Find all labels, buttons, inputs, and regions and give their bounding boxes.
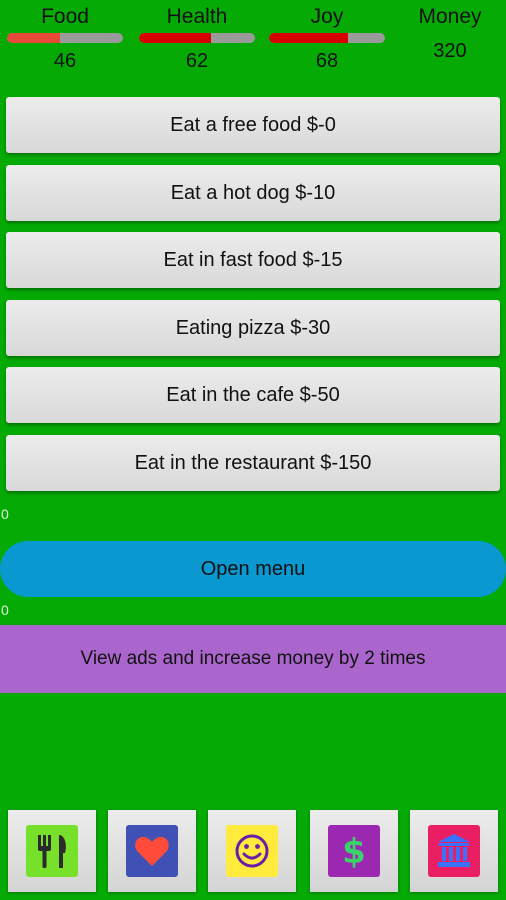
heart-icon: [126, 825, 178, 877]
eat-restaurant-button[interactable]: Eat in the restaurant $-150: [6, 435, 500, 491]
eat-fast-food-button[interactable]: Eat in fast food $-15: [6, 232, 500, 288]
dollar-icon: $: [328, 825, 380, 877]
stat-label: Joy: [310, 5, 344, 28]
stat-label: Food: [41, 5, 89, 28]
stat-value: 46: [53, 50, 77, 72]
stat-money: Money 320: [392, 4, 506, 64]
open-menu-button[interactable]: Open menu: [0, 541, 506, 597]
tab-health[interactable]: [108, 810, 196, 892]
tab-joy[interactable]: [208, 810, 296, 892]
stat-label: Health: [166, 5, 228, 28]
eat-pizza-button[interactable]: Eating pizza $-30: [6, 300, 500, 356]
tab-money[interactable]: $: [310, 810, 398, 892]
eat-free-food-button[interactable]: Eat a free food $-0: [6, 97, 500, 153]
counter-bottom: 0: [1, 602, 9, 618]
stat-health: Health 62: [138, 4, 256, 74]
food-bar-fill: [7, 33, 61, 43]
fork-knife-icon: [26, 825, 78, 877]
tab-bank[interactable]: [410, 810, 498, 892]
health-bar: [139, 33, 255, 43]
view-ads-button[interactable]: View ads and increase money by 2 times: [0, 625, 506, 693]
joy-bar: [269, 33, 385, 43]
bank-icon: [428, 825, 480, 877]
money-value: 320: [433, 40, 467, 62]
money-label: Money: [418, 5, 482, 28]
stat-food: Food 46: [6, 4, 124, 74]
stat-joy: Joy 68: [268, 4, 386, 74]
tab-food[interactable]: [8, 810, 96, 892]
health-bar-fill: [139, 33, 211, 43]
stat-value: 68: [315, 50, 339, 72]
svg-text:$: $: [342, 832, 366, 871]
stat-value: 62: [185, 50, 209, 72]
eat-cafe-button[interactable]: Eat in the cafe $-50: [6, 367, 500, 423]
eat-hot-dog-button[interactable]: Eat a hot dog $-10: [6, 165, 500, 221]
food-bar: [7, 33, 123, 43]
counter-top: 0: [1, 506, 9, 522]
joy-bar-fill: [269, 33, 348, 43]
smiley-icon: [226, 825, 278, 877]
